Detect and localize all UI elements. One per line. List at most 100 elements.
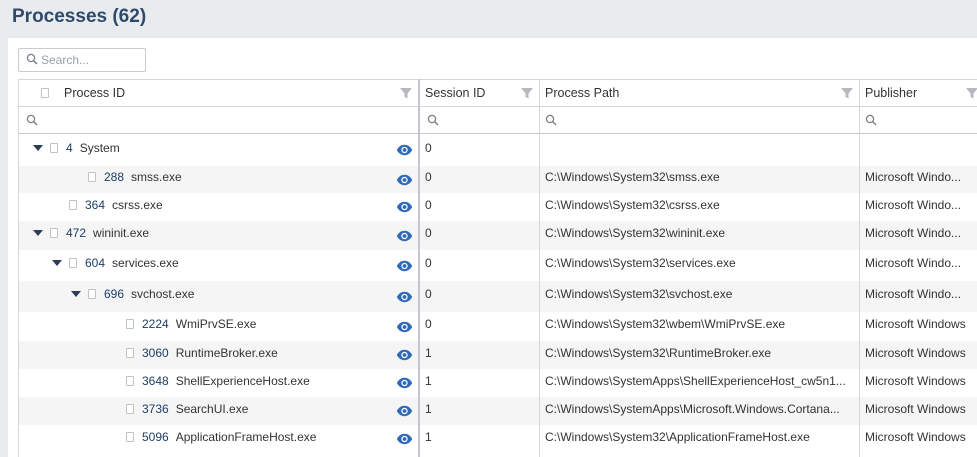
bookmark-icon[interactable] <box>126 432 134 442</box>
filter-icon[interactable] <box>520 86 534 100</box>
column-divider <box>418 79 420 457</box>
bookmark-icon[interactable] <box>126 348 134 358</box>
eye-icon[interactable] <box>396 377 413 389</box>
cell-publisher: Microsoft Windo... <box>865 226 962 240</box>
filter-session-id[interactable] <box>420 107 540 133</box>
eye-icon[interactable] <box>396 260 413 272</box>
table-row[interactable]: 696 svchost.exe 0 C:\Windows\System32\svcho… <box>19 281 977 312</box>
process-id: 696 <box>104 287 125 301</box>
cell-session-id: 0 <box>425 256 432 270</box>
eye-icon[interactable] <box>396 174 413 186</box>
process-id: 604 <box>85 256 106 270</box>
process-name: RuntimeBroker.exe <box>175 346 278 360</box>
filter-icon[interactable] <box>965 86 977 100</box>
table-row[interactable]: 364 csrss.exe 0 C:\Windows\System32\csrss.e… <box>19 193 977 221</box>
table-row[interactable]: 4 System 0 <box>19 134 977 166</box>
eye-icon[interactable] <box>396 433 413 445</box>
caret-down-icon[interactable] <box>33 230 43 236</box>
filter-process-id[interactable] <box>19 107 419 133</box>
eye-icon[interactable] <box>396 321 413 333</box>
table-row[interactable]: 288 smss.exe 0 C:\Windows\System32\smss.exe… <box>19 166 977 193</box>
bookmark-icon[interactable] <box>69 200 77 210</box>
process-name: WmiPrvSE.exe <box>175 317 257 331</box>
filter-icon[interactable] <box>399 86 413 100</box>
eye-icon[interactable] <box>396 230 413 242</box>
cell-process-path: C:\Windows\System32\services.exe <box>545 256 736 270</box>
process-id: 3060 <box>142 346 169 360</box>
search-icon <box>427 114 439 126</box>
process-id: 364 <box>85 198 106 212</box>
process-id: 5096 <box>142 430 169 444</box>
cell-process-id: 364 csrss.exe <box>19 193 419 221</box>
table-row[interactable]: 5096 ApplicationFrameHost.exe 1 C:\Windows\… <box>19 425 977 453</box>
search-icon <box>865 114 877 126</box>
process-name: System <box>79 141 120 155</box>
cell-process-id: 3648 ShellExperienceHost.exe <box>19 369 419 397</box>
search-input[interactable] <box>41 51 141 69</box>
caret-down-icon[interactable] <box>52 260 62 266</box>
process-id: 4 <box>66 141 73 155</box>
table-row[interactable]: 3648 ShellExperienceHost.exe 1 C:\Windows\S… <box>19 369 977 397</box>
process-id: 3736 <box>142 402 169 416</box>
cell-session-id: 0 <box>425 198 432 212</box>
cell-process-path: C:\Windows\System32\svchost.exe <box>545 287 733 301</box>
eye-icon[interactable] <box>396 349 413 361</box>
column-header-process-id[interactable]: Process ID <box>19 80 419 106</box>
cell-process-id: 5096 ApplicationFrameHost.exe <box>19 425 419 453</box>
eye-icon[interactable] <box>396 291 413 303</box>
eye-icon[interactable] <box>396 405 413 417</box>
process-id: 472 <box>66 226 87 240</box>
bookmark-icon[interactable] <box>126 319 134 329</box>
bookmark-icon[interactable] <box>69 258 77 268</box>
column-header-session-id[interactable]: Session ID <box>420 80 540 106</box>
column-header-publisher[interactable]: Publisher <box>860 80 977 106</box>
filter-publisher[interactable] <box>860 107 977 133</box>
cell-process-path: C:\Windows\SystemApps\Microsoft.Windows.… <box>545 402 840 416</box>
bookmark-icon[interactable] <box>50 228 58 238</box>
bookmark-icon[interactable] <box>41 88 49 98</box>
bookmark-icon[interactable] <box>88 289 96 299</box>
table-header: Process ID Session ID Process Path Publi… <box>19 79 977 107</box>
column-header-process-path[interactable]: Process Path <box>540 80 860 106</box>
process-name: wininit.exe <box>93 226 150 240</box>
filter-icon[interactable] <box>840 86 854 100</box>
search-icon <box>26 114 38 126</box>
process-id: 288 <box>104 170 125 184</box>
cell-publisher: Microsoft Windo... <box>865 170 962 184</box>
cell-publisher: Microsoft Windo... <box>865 198 962 212</box>
cell-process-id: 3060 RuntimeBroker.exe <box>19 341 419 369</box>
bookmark-icon[interactable] <box>88 172 96 182</box>
cell-session-id: 0 <box>425 141 432 155</box>
caret-down-icon[interactable] <box>33 145 43 151</box>
cell-session-id: 1 <box>425 346 432 360</box>
process-name: csrss.exe <box>112 198 163 212</box>
bookmark-icon[interactable] <box>126 376 134 386</box>
table-row[interactable]: 604 services.exe 0 C:\Windows\System32\serv… <box>19 250 977 281</box>
processes-panel: Process ID Session ID Process Path Publi… <box>8 38 977 457</box>
caret-down-icon[interactable] <box>71 291 81 297</box>
search-box[interactable] <box>18 48 146 72</box>
table-row[interactable]: 3060 RuntimeBroker.exe 1 C:\Windows\System3… <box>19 341 977 369</box>
page-header: Processes (62) <box>0 0 977 38</box>
cell-publisher: Microsoft Windows <box>865 402 966 416</box>
cell-process-id: 604 services.exe <box>19 250 419 281</box>
eye-icon[interactable] <box>396 144 413 156</box>
cell-session-id: 1 <box>425 374 432 388</box>
search-icon <box>26 53 38 65</box>
eye-icon[interactable] <box>396 201 413 213</box>
cell-session-id: 1 <box>425 402 432 416</box>
table-row[interactable]: 3736 SearchUI.exe 1 C:\Windows\SystemApps\M… <box>19 397 977 425</box>
cell-process-path: C:\Windows\System32\csrss.exe <box>545 198 720 212</box>
process-id: 2224 <box>142 317 169 331</box>
process-name: ShellExperienceHost.exe <box>175 374 310 388</box>
cell-process-path: C:\Windows\System32\wininit.exe <box>545 226 726 240</box>
filter-process-path[interactable] <box>540 107 860 133</box>
table-row[interactable]: 2224 WmiPrvSE.exe 0 C:\Windows\System32\wbe… <box>19 312 977 341</box>
bookmark-icon[interactable] <box>126 404 134 414</box>
cell-session-id: 0 <box>425 287 432 301</box>
page-title: Processes (62) <box>12 6 147 27</box>
cell-process-path: C:\Windows\System32\wbem\WmiPrvSE.exe <box>545 317 786 331</box>
cell-process-path: C:\Windows\System32\RuntimeBroker.exe <box>545 346 772 360</box>
table-row[interactable]: 472 wininit.exe 0 C:\Windows\System32\winin… <box>19 221 977 250</box>
bookmark-icon[interactable] <box>50 143 58 153</box>
